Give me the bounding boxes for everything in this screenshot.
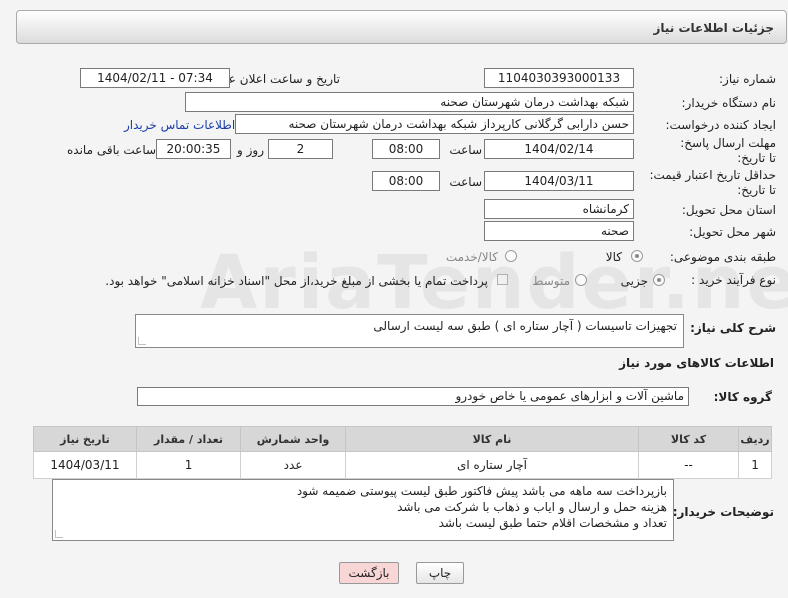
remaining-time-label: ساعت باقی مانده	[67, 143, 157, 157]
col-date: تاریخ نیاز	[33, 426, 137, 452]
process-medium-radio[interactable]	[575, 274, 587, 286]
col-row: ردیف	[738, 426, 772, 452]
reply-time-field[interactable]: 08:00	[372, 139, 440, 159]
buyer-notes-textarea[interactable]: بازپرداخت سه ماهه می باشد پیش فاکتور طبق…	[52, 479, 674, 541]
process-partial-radio[interactable]	[653, 274, 665, 286]
cell-code: --	[638, 451, 740, 479]
page-title: جزئیات اطلاعات نیاز	[653, 21, 774, 35]
buyer-org-field[interactable]: شبکه بهداشت درمان شهرستان صحنه	[185, 92, 634, 112]
page-header: جزئیات اطلاعات نیاز	[16, 10, 787, 44]
process-label: نوع فرآیند خرید :	[691, 273, 776, 287]
price-validity-label: حداقل تاریخ اعتبار قیمت: تا تاریخ:	[649, 168, 776, 197]
resize-handle-icon[interactable]	[55, 530, 63, 538]
print-button[interactable]: چاپ	[416, 562, 464, 584]
cell-unit: عدد	[240, 451, 346, 479]
category-goods-service-label: کالا/خدمت	[445, 250, 498, 264]
treasury-payment-note: پرداخت تمام یا بخشی از مبلغ خرید،از محل …	[105, 274, 488, 288]
resize-handle-icon[interactable]	[138, 337, 146, 345]
description-textarea[interactable]: تجهیزات تاسیسات ( آچار ستاره ای ) طبق سه…	[135, 314, 684, 348]
cell-row: 1	[738, 451, 772, 479]
goods-group-field[interactable]: ماشین آلات و ابزارهای عمومی یا خاص خودرو	[137, 387, 689, 406]
reply-deadline-label: مهلت ارسال پاسخ: تا تاریخ:	[680, 136, 776, 165]
buyer-notes-line-1: بازپرداخت سه ماهه می باشد پیش فاکتور طبق…	[296, 484, 667, 498]
process-medium-label: متوسط	[532, 274, 570, 288]
description-text: تجهیزات تاسیسات ( آچار ستاره ای ) طبق سه…	[373, 319, 677, 333]
col-qty: تعداد / مقدار	[135, 426, 242, 452]
city-field[interactable]: صحنه	[484, 221, 634, 241]
province-label: استان محل تحویل:	[681, 203, 776, 217]
process-partial-label: جزیی	[620, 274, 648, 288]
price-time-label: ساعت	[449, 175, 482, 189]
col-code: کد کالا	[638, 426, 740, 452]
remaining-time-field[interactable]: 20:00:35	[156, 139, 231, 159]
col-name: نام کالا	[344, 426, 640, 452]
goods-group-label: گروه کالا:	[713, 390, 772, 404]
price-date-field[interactable]: 1404/03/11	[484, 171, 634, 191]
city-label: شهر محل تحویل:	[689, 225, 776, 239]
buyer-org-label: نام دستگاه خریدار:	[681, 96, 777, 110]
treasury-payment-checkbox[interactable]	[497, 274, 508, 285]
buyer-notes-line-3: تعداد و مشخصات اقلام حتما طبق لیست باشد	[438, 516, 667, 530]
goods-section-title: اطلاعات کالاهای مورد نیاز	[619, 356, 774, 370]
price-time-field[interactable]: 08:00	[372, 171, 440, 191]
creator-field[interactable]: حسن دارابی گرگلانی کارپرداز شبکه بهداشت …	[235, 114, 634, 134]
reply-days-field[interactable]: 2	[268, 139, 333, 159]
cell-name: آچار ستاره ای	[344, 451, 640, 479]
announce-field[interactable]: 1404/02/11 - 07:34	[80, 68, 230, 88]
buyer-notes-line-2: هزینه حمل و ارسال و ایاب و ذهاب با شرکت …	[397, 500, 667, 514]
cell-qty: 1	[135, 451, 242, 479]
table-row[interactable]: 1 -- آچار ستاره ای عدد 1 1404/03/11	[33, 451, 772, 479]
category-goods-label: کالا	[605, 250, 622, 264]
category-label: طبقه بندی موضوعی:	[669, 250, 776, 264]
reply-time-label: ساعت	[449, 143, 482, 157]
back-button[interactable]: بازگشت	[339, 562, 399, 584]
need-number-label: شماره نیاز:	[719, 72, 776, 86]
category-goods-radio[interactable]	[631, 250, 643, 262]
reply-date-field[interactable]: 1404/02/14	[484, 139, 634, 159]
buyer-contact-link[interactable]: اطلاعات تماس خریدار	[124, 118, 235, 132]
description-label: شرح کلی نیاز:	[690, 321, 776, 335]
category-goods-service-radio[interactable]	[505, 250, 517, 262]
need-number-field[interactable]: 1104030393000133	[484, 68, 634, 88]
cell-date: 1404/03/11	[33, 451, 137, 479]
col-unit: واحد شمارش	[240, 426, 346, 452]
buyer-notes-label: توضیحات خریدار:	[672, 505, 774, 519]
creator-label: ایجاد کننده درخواست:	[665, 118, 776, 132]
goods-table: ردیف کد کالا نام کالا واحد شمارش تعداد /…	[33, 426, 772, 479]
province-field[interactable]: کرمانشاه	[484, 199, 634, 219]
day-and-label: روز و	[237, 143, 264, 157]
